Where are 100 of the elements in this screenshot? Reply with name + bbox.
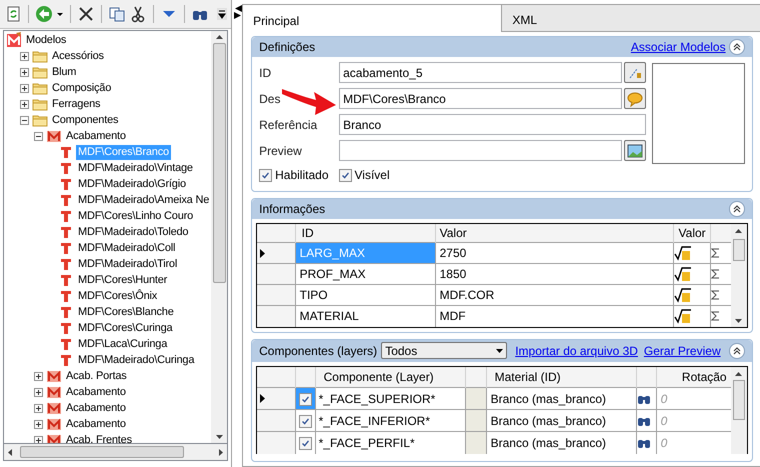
expander-icon[interactable]: [34, 132, 43, 140]
tree-item[interactable]: Acabamento: [64, 128, 128, 144]
checkbox[interactable]: [298, 437, 312, 450]
checkbox[interactable]: [338, 168, 352, 182]
overflow-icon[interactable]: [217, 8, 228, 20]
scroll-right-icon[interactable]: [219, 448, 224, 456]
input-field[interactable]: Branco: [339, 114, 646, 135]
scroll-thumb[interactable]: [212, 43, 226, 283]
associate-models-link[interactable]: Associar Modelos: [630, 38, 726, 56]
sigma-icon[interactable]: [711, 248, 720, 258]
sigma-icon[interactable]: [711, 290, 720, 300]
formula-icon[interactable]: [674, 287, 692, 303]
tree-item[interactable]: MDF\Madeirado\Ameixa Ne: [76, 192, 212, 208]
scrollbar[interactable]: [730, 224, 747, 326]
tree-item[interactable]: Componentes: [50, 112, 120, 128]
copy-icon[interactable]: [108, 5, 126, 23]
checkbox[interactable]: [298, 392, 312, 406]
checkbox-label[interactable]: Habilitado: [275, 166, 328, 184]
tree-item[interactable]: MDF\Madeirado\Tirol: [76, 256, 180, 272]
letter-t-icon: [58, 160, 74, 176]
checkbox[interactable]: [259, 168, 272, 182]
close-icon[interactable]: [77, 5, 95, 23]
tree-item[interactable]: MDF\Cores\Ônix: [76, 288, 160, 304]
tree-item[interactable]: Composição: [50, 80, 114, 96]
tree-item[interactable]: MDF\Madeirado\Vintage: [76, 160, 195, 176]
sigma-icon[interactable]: [711, 311, 720, 322]
formula-icon[interactable]: [674, 245, 692, 261]
image-button[interactable]: [624, 140, 646, 161]
column-header[interactable]: Valor: [674, 224, 711, 242]
expander-icon[interactable]: [20, 84, 29, 92]
tree-item[interactable]: Acabamento: [64, 384, 128, 400]
column-header[interactable]: Componente (Layer): [315, 366, 466, 388]
scroll-thumb[interactable]: [732, 239, 745, 261]
expander-icon[interactable]: [34, 436, 43, 443]
tree-item[interactable]: MDF\Madeirado\Coll: [76, 240, 178, 256]
scroll-down-icon[interactable]: [216, 435, 223, 439]
sigma-icon[interactable]: [711, 269, 720, 279]
scroll-down-icon[interactable]: [735, 318, 742, 322]
table-cell[interactable]: MATERIAL: [295, 306, 436, 326]
expander-icon[interactable]: [20, 116, 29, 124]
comment-button[interactable]: [624, 88, 646, 109]
formula-icon[interactable]: [674, 266, 692, 282]
tree-item[interactable]: MDF\Madeirado\Toledo: [76, 224, 190, 240]
filter-dropdown[interactable]: Todos: [381, 342, 508, 359]
tree-item[interactable]: Acabamento: [64, 400, 128, 416]
tree-item[interactable]: MDF\Madeirado\Grígio: [76, 176, 188, 192]
expander-icon[interactable]: [34, 372, 43, 380]
table-cell[interactable]: [295, 388, 316, 410]
scroll-thumb[interactable]: [20, 446, 184, 458]
collapse-icon[interactable]: [728, 39, 745, 55]
tree-item[interactable]: MDF\Cores\Blanche: [76, 304, 176, 320]
tree-item[interactable]: MDF\Laca\Curinga: [76, 336, 170, 352]
input-field[interactable]: MDF\Cores\Branco: [339, 88, 622, 109]
expander-icon[interactable]: [34, 420, 43, 428]
expander-icon[interactable]: [34, 388, 43, 396]
tree-item[interactable]: Acab. Portas: [64, 368, 129, 384]
tree-item[interactable]: MDF\Cores\Hunter: [76, 272, 170, 288]
table-cell[interactable]: [295, 432, 316, 454]
checkbox[interactable]: [298, 414, 312, 428]
tree-item[interactable]: Blum: [50, 64, 78, 80]
column-header[interactable]: Rotação: [656, 366, 731, 388]
table-cell[interactable]: PROF_MAX: [295, 264, 436, 284]
checkbox-label[interactable]: Visível: [354, 166, 390, 184]
tab[interactable]: XML: [501, 5, 760, 32]
scissors-icon[interactable]: [129, 5, 147, 23]
scroll-up-icon[interactable]: [735, 229, 742, 233]
link[interactable]: Gerar Preview: [644, 342, 721, 360]
scroll-up-icon[interactable]: [216, 35, 223, 39]
collapse-icon[interactable]: [728, 342, 745, 358]
scroll-thumb[interactable]: [732, 380, 745, 420]
tree-item[interactable]: Ferragens: [50, 96, 102, 112]
expander-icon[interactable]: [20, 100, 29, 108]
link[interactable]: Importar do arquivo 3D: [515, 342, 638, 360]
tree-item[interactable]: Modelos: [24, 32, 68, 48]
tree-item[interactable]: MDF\Cores\Curinga: [76, 320, 174, 336]
formula-icon[interactable]: [674, 308, 692, 324]
scrollbar[interactable]: [730, 366, 747, 454]
tree-item[interactable]: Acabamento: [64, 416, 128, 432]
lookup-button[interactable]: [624, 62, 646, 83]
collapse-icon[interactable]: [728, 201, 745, 217]
letter-t-icon: [58, 192, 74, 208]
tree-item[interactable]: MDF\Cores\Linho Couro: [76, 208, 196, 224]
tree-item[interactable]: Acab. Frentes: [64, 432, 134, 443]
input-field[interactable]: [339, 140, 622, 161]
tree-item[interactable]: Acessórios: [50, 48, 106, 64]
input-field[interactable]: acabamento_5: [339, 62, 622, 83]
splitter-arrows-icon[interactable]: [234, 5, 242, 19]
expander-icon[interactable]: [34, 404, 43, 412]
expander-icon[interactable]: [20, 68, 29, 76]
column-header[interactable]: Material (ID): [486, 366, 636, 388]
table-cell[interactable]: TIPO: [295, 284, 436, 306]
column-header[interactable]: Valor: [435, 224, 674, 242]
expander-icon[interactable]: [20, 52, 29, 60]
scrollbar[interactable]: [211, 31, 228, 443]
horizontal-scrollbar[interactable]: [3, 444, 228, 461]
scroll-left-icon[interactable]: [8, 448, 12, 456]
table-cell[interactable]: [295, 410, 316, 432]
tree-item[interactable]: MDF\Madeirado\Curinga: [76, 352, 196, 368]
table-cell: MDF.COR: [435, 284, 674, 306]
scroll-up-icon[interactable]: [735, 372, 742, 376]
